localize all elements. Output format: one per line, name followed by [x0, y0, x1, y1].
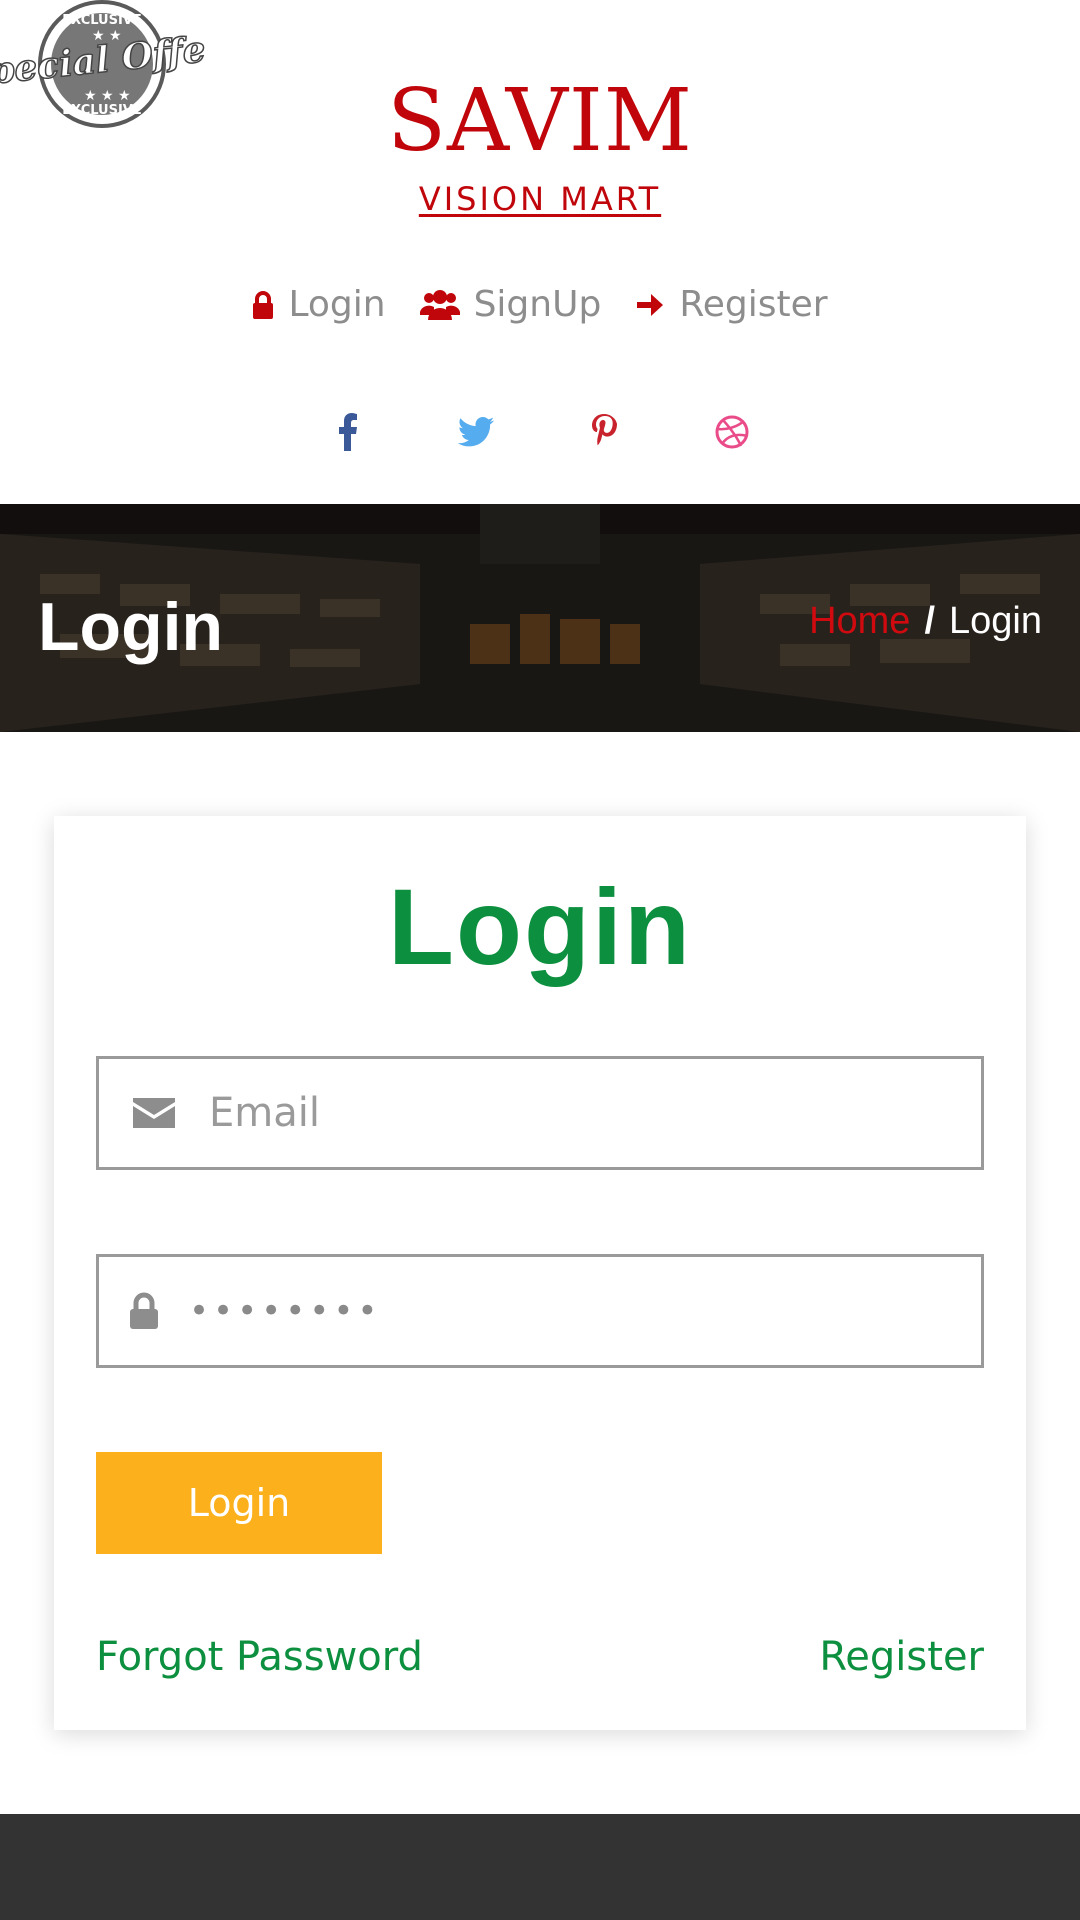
dribbble-icon[interactable]	[714, 408, 750, 456]
page-title: Login	[38, 589, 224, 665]
email-field[interactable]	[96, 1056, 984, 1170]
page-banner: Login Home / Login	[0, 504, 1080, 732]
password-field[interactable]	[96, 1254, 984, 1368]
top-nav: Login SignUp Register	[0, 284, 1080, 325]
breadcrumb-home-link[interactable]: Home	[809, 600, 910, 643]
nav-register[interactable]: Register	[635, 284, 828, 325]
nav-register-label: Register	[679, 284, 828, 325]
footer	[0, 1814, 1080, 1920]
arrow-right-icon	[637, 293, 664, 316]
password-input[interactable]	[189, 1291, 929, 1331]
email-input[interactable]	[209, 1090, 949, 1136]
brand-title[interactable]: SAVIM	[0, 78, 1080, 164]
brand-subtitle[interactable]: VISION MART	[419, 180, 661, 218]
nav-signup[interactable]: SignUp	[419, 284, 602, 325]
lock-icon	[253, 290, 274, 319]
envelope-icon	[99, 1096, 209, 1130]
pinterest-icon[interactable]	[586, 408, 622, 456]
breadcrumb-current: Login	[949, 600, 1042, 642]
register-link[interactable]: Register	[819, 1634, 984, 1680]
nav-signup-label: SignUp	[473, 284, 602, 325]
lock-icon	[99, 1292, 189, 1330]
login-card: Login Login Forgot Password Register	[54, 816, 1026, 1730]
login-submit-button[interactable]: Login	[96, 1452, 382, 1554]
nav-login[interactable]: Login	[252, 284, 386, 325]
brand: SAVIM VISION MART	[0, 78, 1080, 218]
facebook-icon[interactable]	[330, 408, 366, 456]
breadcrumb: Home / Login	[809, 600, 1042, 643]
breadcrumb-separator: /	[924, 600, 936, 642]
nav-login-label: Login	[288, 284, 386, 325]
social-links	[0, 408, 1080, 456]
twitter-icon[interactable]	[458, 408, 494, 456]
forgot-password-link[interactable]: Forgot Password	[96, 1634, 423, 1680]
login-heading: Login	[388, 866, 692, 987]
users-icon	[419, 289, 460, 320]
svg-text:EXCLUSIVE: EXCLUSIVE	[62, 13, 142, 28]
